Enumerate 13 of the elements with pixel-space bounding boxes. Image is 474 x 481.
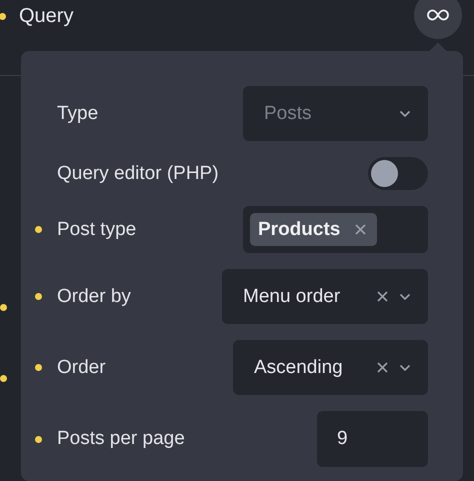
field-label: Query editor (PHP): [57, 162, 220, 184]
field-label: Order by: [57, 286, 132, 308]
section-title: Query: [19, 4, 74, 28]
select-field[interactable]: Ascending: [233, 340, 428, 395]
select-field[interactable]: Menu order: [222, 269, 428, 324]
select-field[interactable]: Posts: [243, 86, 428, 141]
field-label: Type: [57, 102, 100, 124]
field-label: Order: [57, 356, 107, 378]
field-label: Posts per page: [57, 428, 186, 450]
tag-chip[interactable]: Products: [250, 213, 378, 246]
number-field[interactable]: 9: [317, 411, 428, 467]
tag-field[interactable]: Products: [243, 206, 428, 253]
field-label: Post type: [57, 218, 138, 240]
